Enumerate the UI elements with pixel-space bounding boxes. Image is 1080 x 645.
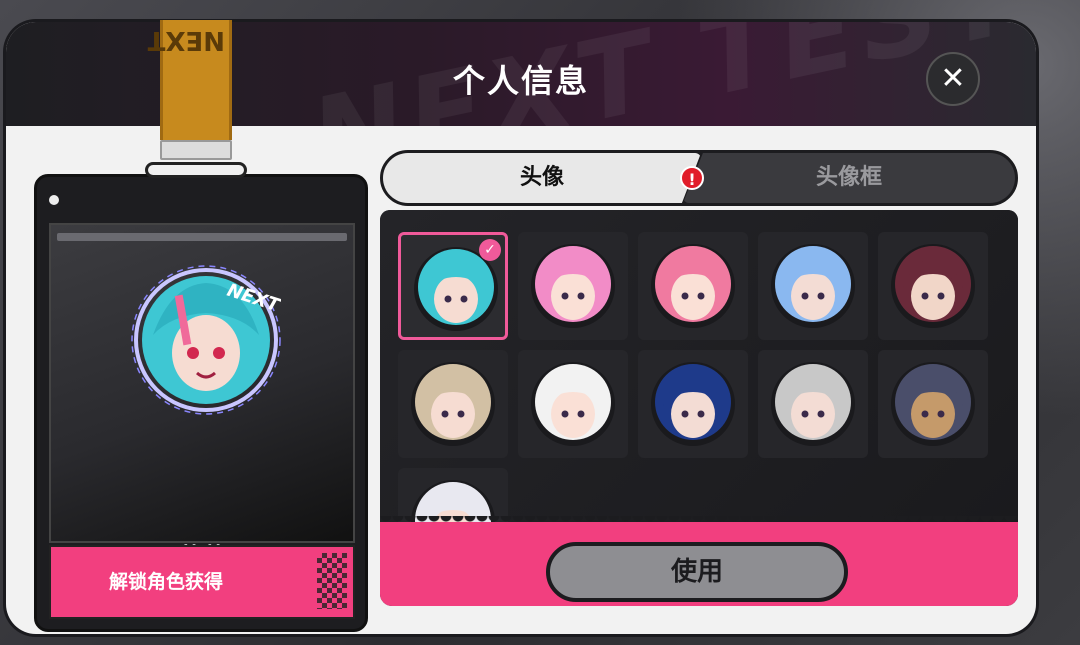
- avatar-panel: ✓ 使用: [380, 210, 1018, 606]
- card-top-bar: [57, 233, 347, 241]
- lanyard-clip: [160, 140, 232, 160]
- scallop-edge: [380, 516, 1018, 528]
- avatar-portrait: [891, 244, 975, 328]
- avatar-slot-blue-hair-boy[interactable]: [758, 232, 868, 340]
- tab-avatar[interactable]: 头像: [383, 153, 701, 203]
- close-button[interactable]: ✕: [926, 52, 980, 106]
- use-button[interactable]: 使用: [546, 542, 848, 602]
- avatar-portrait: [651, 244, 735, 328]
- card-hole: [49, 195, 59, 205]
- lanyard: NEXT: [147, 20, 232, 140]
- checker-pattern: [317, 553, 347, 609]
- card-portrait-area: NEXT 薄荷: [49, 223, 355, 571]
- avatar-slot-white-hair-partial[interactable]: [398, 468, 508, 522]
- avatar-grid[interactable]: ✓: [380, 210, 1018, 522]
- avatar-portrait: [771, 362, 855, 446]
- avatar-portrait: [891, 362, 975, 446]
- avatar-slot-white-hair-girl[interactable]: [518, 350, 628, 458]
- unlock-label: 解锁角色获得: [108, 571, 223, 593]
- avatar-portrait: [531, 244, 615, 328]
- avatar-slot-maroon-hair-man[interactable]: [878, 232, 988, 340]
- lanyard-text: NEXT: [147, 25, 225, 55]
- character-card: NEXT 薄荷 解锁角色获得: [34, 174, 368, 632]
- avatar-slot-teal-hair-girl[interactable]: ✓: [398, 232, 508, 340]
- check-icon: ✓: [479, 239, 501, 261]
- alert-icon: !: [680, 166, 704, 190]
- avatar-slot-silver-hair-boy[interactable]: [758, 350, 868, 458]
- avatar-portrait: [651, 362, 735, 446]
- avatar-portrait: [411, 362, 495, 446]
- close-icon: ✕: [940, 61, 966, 96]
- avatar-slot-pink-hair-girl[interactable]: [518, 232, 628, 340]
- unlock-banner: 解锁角色获得: [49, 545, 355, 619]
- action-bar: 使用: [380, 516, 1018, 606]
- avatar-slot-witch-hat-girl[interactable]: [398, 350, 508, 458]
- avatar-slot-dark-blue-hair[interactable]: [638, 350, 748, 458]
- clip-ring: [145, 162, 247, 178]
- tab-avatar-frame[interactable]: 头像框: [683, 153, 1015, 203]
- avatar-portrait: [771, 244, 855, 328]
- avatar-slot-pink-short-hair[interactable]: [638, 232, 748, 340]
- card-avatar: NEXT: [131, 265, 281, 415]
- avatar-slot-wolf-creature[interactable]: [878, 350, 988, 458]
- avatar-portrait: [531, 362, 615, 446]
